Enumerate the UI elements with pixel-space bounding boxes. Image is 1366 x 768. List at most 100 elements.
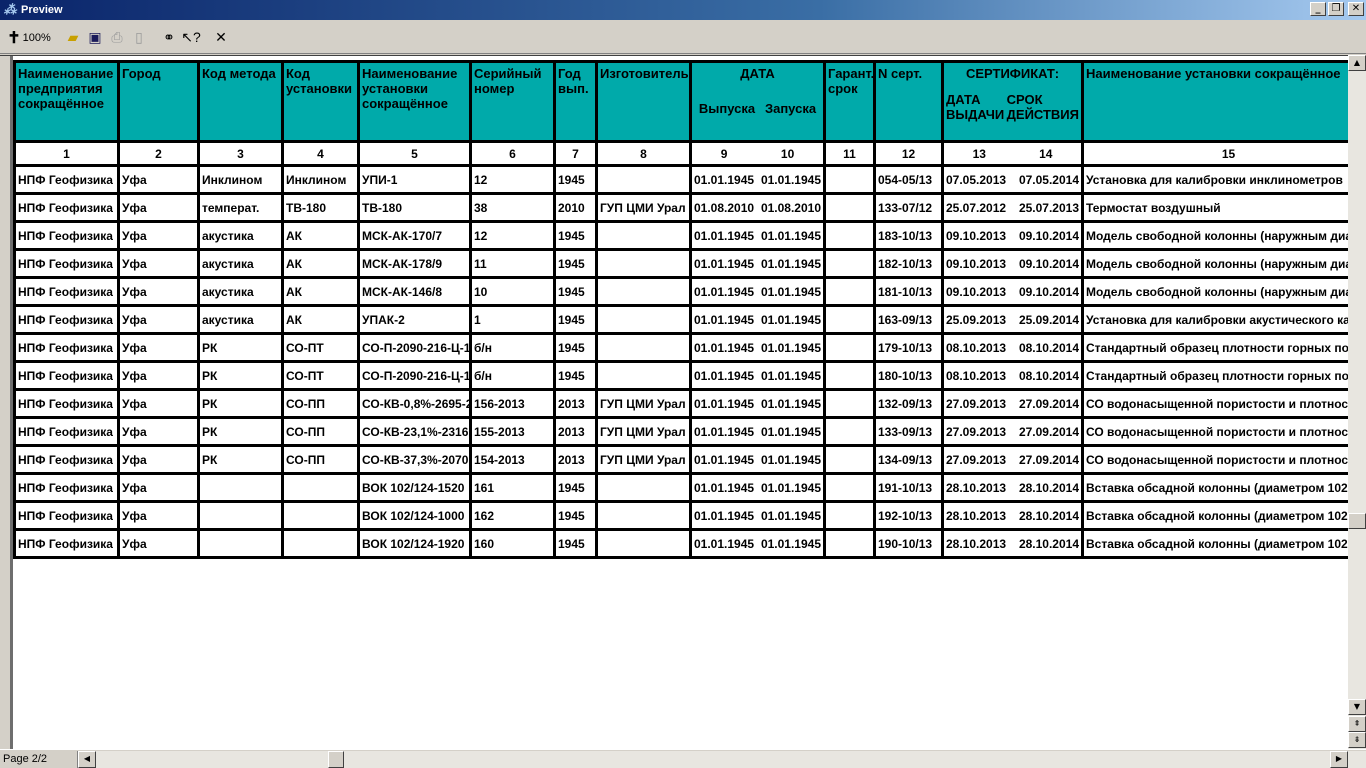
table-cell: 28.10.2014 (1018, 536, 1079, 551)
scroll-left-button[interactable]: ◀ (78, 750, 96, 768)
header-warranty: Гарант. срок (823, 60, 876, 143)
table-cell: МСК-АК-170/7 (357, 220, 472, 251)
page-down-button[interactable]: ⇟ (1348, 732, 1366, 748)
table-row: НПФ Геофизика Уфа РК СО-ПП СО-КВ-37,3%-2070 1… (13, 444, 1348, 475)
table-cell: 1945 (553, 276, 598, 307)
table-cell: СО-ПП (281, 416, 360, 447)
table-cell-pair: 28.10.2013 28.10.2014 (941, 528, 1084, 559)
table-cell-pair: 07.05.2013 07.05.2014 (941, 164, 1084, 195)
table-cell-pair: 01.01.1945 01.01.1945 (689, 472, 826, 503)
window-title: Preview (21, 4, 63, 16)
table-cell: Уфа (117, 528, 200, 559)
table-cell-pair: 01.08.2010 01.08.2010 (689, 192, 826, 223)
table-cell-pair: 01.01.1945 01.01.1945 (689, 388, 826, 419)
table-cell: ВОК 102/124-1520 (357, 472, 472, 503)
table-cell: б/н (469, 332, 556, 363)
page-margin (0, 56, 13, 749)
table-cell: 28.10.2013 (946, 536, 1007, 551)
print-icon[interactable]: ⎙ (106, 26, 128, 50)
table-cell: 08.10.2013 (946, 368, 1007, 383)
table-cell: 01.01.1945 (760, 284, 821, 299)
table-cell: РК (197, 416, 284, 447)
table-cell: Вставка обсадной колонны (диаметром 102 (1081, 528, 1348, 559)
table-cell (281, 528, 360, 559)
table-cell-pair: 01.01.1945 01.01.1945 (689, 444, 826, 475)
app-icon: ⁂ (3, 2, 17, 17)
find-icon[interactable]: ⚭ (158, 26, 180, 50)
table-cell-pair: 27.09.2013 27.09.2014 (941, 444, 1084, 475)
table-cell (595, 360, 692, 391)
table-cell: температ. (197, 192, 284, 223)
table-cell: 190-10/13 (873, 528, 944, 559)
table-cell: 133-07/12 (873, 192, 944, 223)
table-cell-pair: 25.07.2012 25.07.2013 (941, 192, 1084, 223)
table-cell: 192-10/13 (873, 500, 944, 531)
table-cell: ГУП ЦМИ Урал (595, 192, 692, 223)
table-cell-pair: 08.10.2013 08.10.2014 (941, 332, 1084, 363)
header-unit-code: Код установки (281, 60, 360, 143)
scroll-up-button[interactable]: ▲ (1348, 55, 1366, 71)
horizontal-scrollbar[interactable]: ◀ ▶ (78, 750, 1366, 768)
column-number: 12 (873, 140, 944, 167)
zoom-button[interactable]: ✝ 100% (4, 26, 54, 50)
scroll-right-button[interactable]: ▶ (1330, 750, 1348, 768)
table-cell (595, 500, 692, 531)
table-cell: 183-10/13 (873, 220, 944, 251)
table-cell-pair: 09.10.2013 09.10.2014 (941, 220, 1084, 251)
header-year: Год вып. (553, 60, 598, 143)
table-cell: 01.01.1945 (694, 172, 755, 187)
close-button[interactable]: ✕ (1348, 2, 1364, 16)
table-cell: 01.01.1945 (694, 424, 755, 439)
table-cell (823, 360, 876, 391)
table-cell: 180-10/13 (873, 360, 944, 391)
table-cell: СО водонасыщенной пористости и плотност (1081, 416, 1348, 447)
table-cell: 09.10.2014 (1018, 228, 1079, 243)
table-cell (823, 528, 876, 559)
restore-button[interactable]: ❐ (1328, 2, 1344, 16)
table-cell: 27.09.2014 (1018, 452, 1079, 467)
table-cell: 2013 (553, 416, 598, 447)
table-cell-pair: 08.10.2013 08.10.2014 (941, 360, 1084, 391)
column-number: 13 (972, 146, 986, 161)
table-cell: СО водонасыщенной пористости и плотност (1081, 388, 1348, 419)
page-setup-icon[interactable]: ▯ (128, 26, 150, 50)
help-icon[interactable]: ↖? (180, 26, 202, 50)
column-number: 15 (1081, 140, 1348, 167)
table-cell: 28.10.2013 (946, 508, 1007, 523)
table-cell: 01.01.1945 (694, 312, 755, 327)
scroll-down-button[interactable]: ▼ (1348, 699, 1366, 715)
table-cell: ВОК 102/124-1920 (357, 528, 472, 559)
table-row: НПФ Геофизика Уфа РК СО-ПТ СО-П-2090-216-Ц-1… (13, 332, 1348, 363)
zoom-level: 100% (22, 31, 51, 44)
table-row: НПФ Геофизика Уфа акустика АК УПАК-2 1 1945 01.… (13, 304, 1348, 335)
table-cell: АК (281, 276, 360, 307)
save-icon[interactable]: ▣ (84, 26, 106, 50)
header-date: ДАТА (740, 66, 775, 81)
vertical-scrollbar[interactable]: ▲ ▼ ⇞ ⇟ (1348, 55, 1366, 749)
vertical-scroll-thumb[interactable] (1348, 513, 1366, 529)
table-cell: НПФ Геофизика (13, 332, 120, 363)
close-icon[interactable]: ✕ (210, 26, 232, 50)
page-up-button[interactable]: ⇞ (1348, 716, 1366, 732)
table-cell: 11 (469, 248, 556, 279)
minimize-button[interactable]: _ (1310, 2, 1326, 16)
table-cell: 01.01.1945 (760, 536, 821, 551)
table-cell (823, 388, 876, 419)
table-row: НПФ Геофизика Уфа акустика АК МСК-АК-146/8 10… (13, 276, 1348, 307)
table-cell: СО-П-2090-216-Ц-1 (357, 360, 472, 391)
header-method-code: Код метода (197, 60, 284, 143)
header-launch-date: Запуска (764, 101, 817, 116)
table-cell: Инклином (197, 164, 284, 195)
horizontal-scroll-thumb[interactable] (328, 750, 344, 768)
table-cell: 182-10/13 (873, 248, 944, 279)
report-viewport[interactable]: Наименование предприятия сокращённое Гор… (0, 55, 1348, 749)
table-cell: 156-2013 (469, 388, 556, 419)
column-number: 13 14 (941, 140, 1084, 167)
table-cell: 01.01.1945 (694, 396, 755, 411)
open-icon[interactable]: ▰ (62, 26, 84, 50)
table-row: НПФ Геофизика Уфа РК СО-ПП СО-КВ-0,8%-2695-2… (13, 388, 1348, 419)
toolbar: ✝ 100% ▰ ▣ ⎙ ▯ ⚭ ↖? ✕ (0, 22, 1366, 54)
table-cell: 161 (469, 472, 556, 503)
table-cell: 1945 (553, 528, 598, 559)
table-cell: НПФ Геофизика (13, 192, 120, 223)
